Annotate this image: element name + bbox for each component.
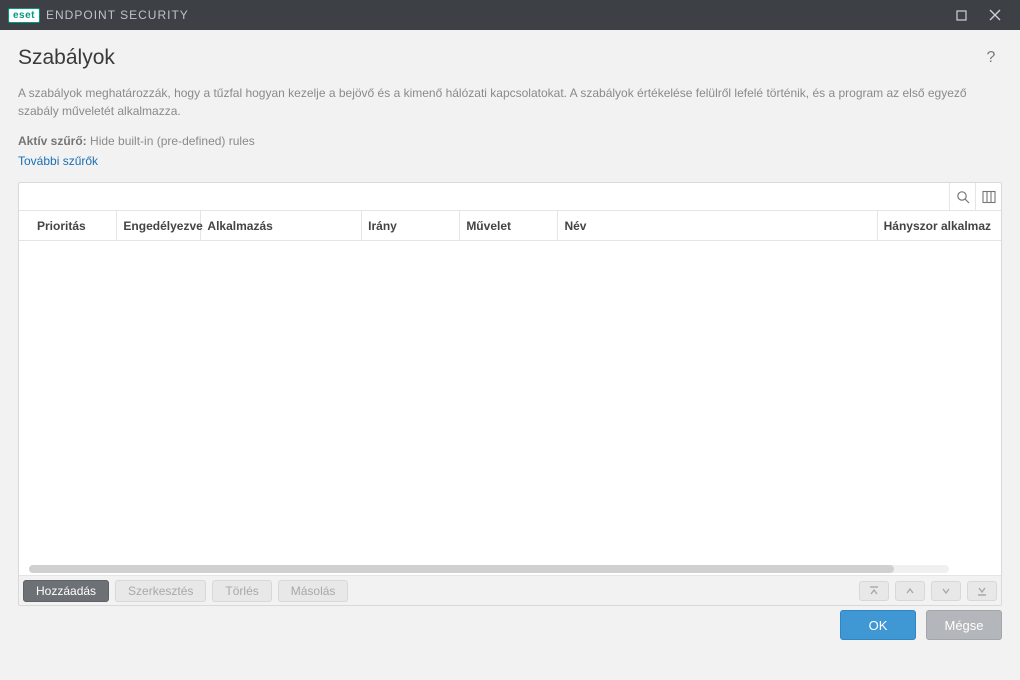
cancel-button[interactable]: Mégse <box>926 610 1002 640</box>
maximize-icon <box>956 10 967 21</box>
active-filter: Aktív szűrő: Hide built-in (pre-defined)… <box>18 134 1002 148</box>
dialog-footer: OK Mégse <box>0 600 1020 650</box>
move-up-button <box>895 581 925 601</box>
dialog-content: Szabályok ? A szabályok meghatározzák, h… <box>0 30 1020 650</box>
active-filter-value: Hide built-in (pre-defined) rules <box>90 134 255 148</box>
page-title: Szabályok <box>18 46 115 70</box>
titlebar: eset ENDPOINT SECURITY <box>0 0 1020 30</box>
brand-badge: eset <box>8 8 40 23</box>
help-icon: ? <box>987 49 996 67</box>
move-top-button <box>859 581 889 601</box>
edit-button: Szerkesztés <box>115 580 206 602</box>
arrow-bottom-icon <box>975 585 989 597</box>
add-button[interactable]: Hozzáadás <box>23 580 109 602</box>
ok-button[interactable]: OK <box>840 610 916 640</box>
col-application[interactable]: Alkalmazás <box>201 211 362 240</box>
delete-button: Törlés <box>212 580 271 602</box>
arrow-top-icon <box>867 585 881 597</box>
col-action[interactable]: Művelet <box>460 211 558 240</box>
move-bottom-button <box>967 581 997 601</box>
help-button[interactable]: ? <box>980 47 1002 69</box>
arrow-down-icon <box>939 585 953 597</box>
page-description: A szabályok meghatározzák, hogy a tűzfal… <box>18 84 998 120</box>
rules-panel: Prioritás Engedélyezve Alkalmazás Irány … <box>18 182 1002 606</box>
close-button[interactable] <box>978 0 1012 30</box>
columns-button[interactable] <box>975 183 1001 210</box>
col-direction[interactable]: Irány <box>362 211 460 240</box>
active-filter-label: Aktív szűrő: <box>18 134 87 148</box>
columns-icon <box>982 190 996 204</box>
search-icon <box>956 190 970 204</box>
col-enabled[interactable]: Engedélyezve <box>117 211 201 240</box>
col-times-applied[interactable]: Hányszor alkalmaz <box>878 211 1001 240</box>
col-priority[interactable]: Prioritás <box>19 211 117 240</box>
hscrollbar-thumb[interactable] <box>29 565 894 573</box>
close-icon <box>989 9 1001 21</box>
table-toolbar <box>19 183 1001 211</box>
search-button[interactable] <box>949 183 975 210</box>
arrow-up-icon <box>903 585 917 597</box>
table-body <box>19 241 1001 567</box>
copy-button: Másolás <box>278 580 349 602</box>
more-filters-link[interactable]: További szűrők <box>18 154 98 168</box>
col-name[interactable]: Név <box>558 211 877 240</box>
product-name: ENDPOINT SECURITY <box>46 8 189 22</box>
maximize-button[interactable] <box>944 0 978 30</box>
table-header: Prioritás Engedélyezve Alkalmazás Irány … <box>19 211 1001 241</box>
hscrollbar-track[interactable] <box>29 565 949 573</box>
move-down-button <box>931 581 961 601</box>
